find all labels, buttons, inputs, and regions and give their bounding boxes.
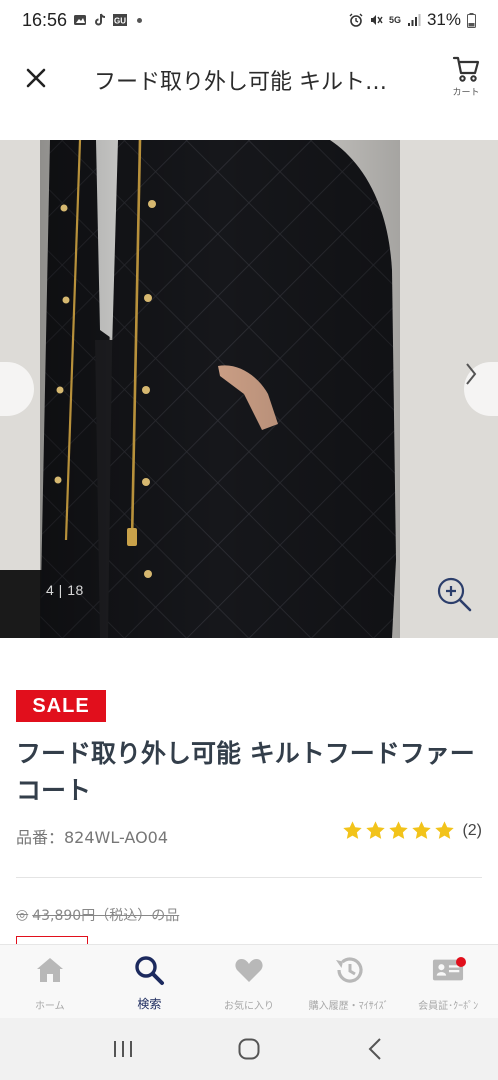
close-icon [26,68,46,88]
mute-icon [370,15,383,25]
status-time: 16:56 [22,9,68,30]
back-button[interactable] [355,1029,395,1069]
old-price-value: 43,890円（税込）の品 [32,908,180,924]
product-name: フード取り外し可能 キルトフードファーコート [16,739,475,805]
cart-icon [452,56,480,82]
back-icon [368,1038,381,1060]
recent-apps-button[interactable] [103,1029,143,1069]
product-image-gallery[interactable]: 4 | 18 [0,140,498,638]
old-price: ◎ 43,890円（税込）の品 [16,905,179,925]
nav-home[interactable]: ホーム [0,945,100,1018]
more-notifications-dot-icon [137,17,143,23]
notification-dot [456,957,467,967]
status-bar: 16:56 GU 5G 31% [0,0,498,40]
star-icon [412,821,432,839]
nav-member-card[interactable]: 会員証･ｸｰﾎﾟﾝ [398,945,498,1018]
gallery-notification-icon [74,15,87,25]
nav-member-card-label: 会員証･ｸｰﾎﾟﾝ [418,1001,479,1012]
app-header: フード取り外し可能 キルト… カート [0,40,498,118]
signal-icon [407,14,421,26]
home-system-button[interactable] [229,1029,269,1069]
nav-home-label: ホーム [34,1001,65,1012]
nav-history[interactable]: 購入履歴・ﾏｲｻｲｽﾞ [299,945,399,1018]
bottom-navigation: ホーム 検索 お気に入り 購入履歴・ﾏｲｻｲｽﾞ 会員証･ｸｰﾎﾟﾝ [0,944,498,1018]
zoom-button[interactable] [434,574,474,614]
heart-icon [235,959,263,982]
system-navigation-bar [0,1018,498,1080]
divider [16,877,482,878]
image-counter: 4 | 18 [46,582,84,598]
recent-apps-icon [114,1041,132,1057]
cart-label: カート [452,88,480,98]
review-count: (2) [462,821,482,839]
battery-percent: 31% [426,10,461,29]
search-icon [135,956,165,985]
home-icon [36,958,63,982]
star-icon [343,821,363,839]
star-icon [389,821,409,839]
product-rating[interactable]: (2) [342,820,482,841]
chevron-right-icon [466,363,477,385]
tiktok-notification-icon [95,13,106,26]
page-title: フード取り外し可能 キルト… [94,70,387,95]
history-icon [335,957,363,983]
cart-button[interactable]: カート [446,54,486,100]
nav-search[interactable]: 検索 [100,945,200,1018]
nav-favorites-label: お気に入り [223,1001,274,1012]
product-code: 品番：824WL-AO04 [16,828,169,847]
zoom-in-icon [437,577,472,612]
svg-text:GU: GU [114,17,126,26]
network-type: 5G [388,15,401,25]
alarm-icon [349,13,363,27]
home-circle-icon [238,1038,260,1060]
gu-notification-icon: GU [113,14,128,26]
price-prefix-icon: ◎ [16,907,29,923]
star-icon [435,821,455,839]
price-badge-partial [16,936,88,944]
battery-icon [467,12,476,28]
star-icon [366,821,386,839]
close-button[interactable] [20,62,52,94]
nav-history-label: 購入履歴・ﾏｲｻｲｽﾞ [308,1001,389,1012]
nav-search-label: 検索 [137,997,162,1011]
sale-badge: SALE [16,690,106,722]
nav-favorites[interactable]: お気に入り [199,945,299,1018]
product-photo [0,140,498,638]
